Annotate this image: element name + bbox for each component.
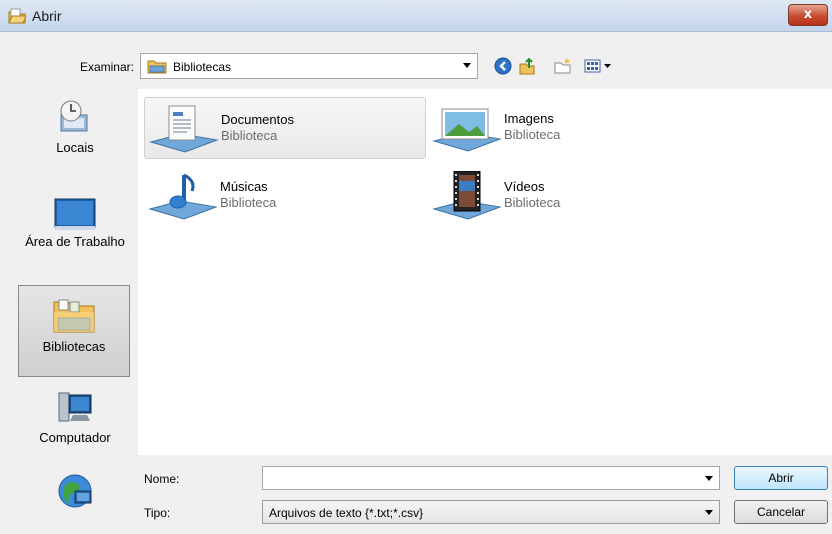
place-computer[interactable]: Computador [20,391,130,451]
library-item-documents[interactable]: Documentos Biblioteca [144,97,426,159]
cancel-button[interactable]: Cancelar [734,500,828,524]
file-list-pane[interactable]: Documentos Biblioteca Imagens Biblioteca… [138,89,832,455]
library-type: Biblioteca [220,195,277,210]
new-folder-icon[interactable] [554,57,572,75]
libraries-icon [53,299,95,333]
place-label: Locais [56,140,94,155]
library-item-music[interactable]: Músicas Biblioteca [144,165,426,227]
lookin-value: Bibliotecas [173,60,232,74]
network-icon [58,474,92,508]
place-desktop[interactable]: Área de Trabalho [20,193,130,273]
computer-icon [58,392,92,422]
window-title: Abrir [32,8,62,24]
place-label: Computador [39,430,111,445]
file-name-input[interactable] [265,469,699,489]
file-name-combobox[interactable] [262,466,720,490]
library-type: Biblioteca [504,127,561,142]
library-name: Músicas [220,179,268,194]
open-file-dialog: Abrir x Examinar: Bibliotecas Locais Áre… [0,0,832,534]
back-icon[interactable] [494,57,512,75]
place-network[interactable] [20,471,130,517]
pictures-library-icon [432,108,502,152]
documents-library-icon [149,105,219,153]
desktop-icon [54,198,96,230]
open-button[interactable]: Abrir [734,466,828,490]
lookin-label: Examinar: [79,60,134,74]
library-name: Imagens [504,111,554,126]
recent-places-icon [60,100,88,132]
place-recent[interactable]: Locais [20,95,130,167]
videos-library-icon [432,171,502,220]
chevron-down-icon[interactable] [705,510,713,515]
library-item-pictures[interactable]: Imagens Biblioteca [428,97,710,159]
library-name: Documentos [221,112,294,127]
library-name: Vídeos [504,179,545,194]
close-icon: x [803,7,813,22]
music-library-icon [148,173,218,220]
up-folder-icon[interactable] [518,57,536,75]
views-menu-icon[interactable] [584,57,614,75]
place-label: Área de Trabalho [25,234,125,249]
title-bar: Abrir x [0,0,832,32]
place-libraries[interactable]: Bibliotecas [18,285,130,377]
place-label: Bibliotecas [42,339,106,354]
library-item-videos[interactable]: Vídeos Biblioteca [428,165,710,227]
name-label: Nome: [144,472,180,486]
open-folder-icon [8,8,26,24]
chevron-down-icon[interactable] [705,476,713,481]
libraries-folder-icon [147,60,167,74]
library-type: Biblioteca [504,195,561,210]
type-label: Tipo: [144,506,171,520]
chevron-down-icon[interactable] [463,63,471,68]
library-type: Biblioteca [221,128,278,143]
lookin-combobox[interactable]: Bibliotecas [140,53,478,79]
file-type-select[interactable]: Arquivos de texto {*.txt;*.csv} [262,500,720,524]
file-type-value: Arquivos de texto {*.txt;*.csv} [269,506,424,520]
close-button[interactable]: x [788,4,828,26]
places-bar: Locais Área de Trabalho Bibliotecas Comp… [0,89,138,534]
